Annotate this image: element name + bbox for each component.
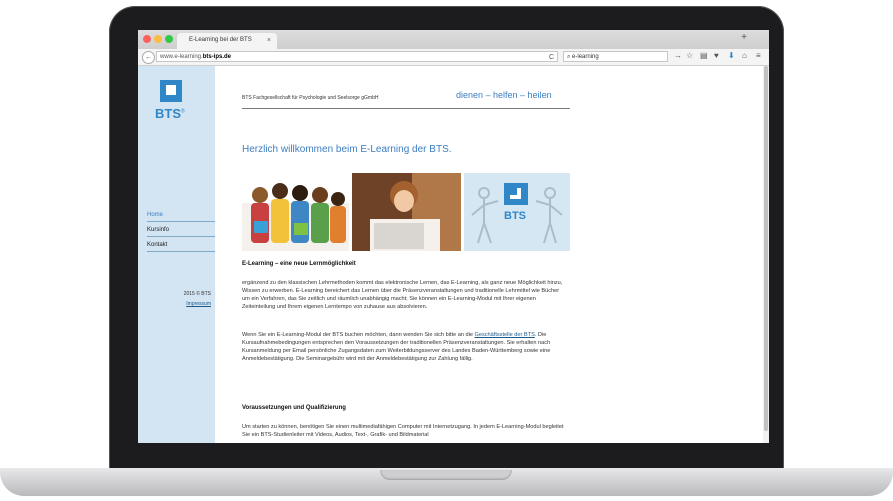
sidebar-item-kontakt[interactable]: Kontakt xyxy=(147,240,215,252)
bts-figures-illustration: BTS xyxy=(464,173,570,251)
reload-icon[interactable]: C xyxy=(549,52,554,63)
sidebar: BTS® Home Kursinfo Kontakt 2015 © BTS Im… xyxy=(138,66,215,443)
browser-window: E-Learning bei der BTS × + ← www.e-learn… xyxy=(138,30,769,443)
organization-name: BTS Fachgesellschaft für Psychologie und… xyxy=(242,95,379,101)
url-bar[interactable]: www.e-learning.bts-ips.de C xyxy=(156,51,558,62)
go-icon[interactable]: → xyxy=(674,51,682,60)
search-input[interactable]: ⌕ e-learning xyxy=(563,51,668,62)
download-icon[interactable]: ⬇ xyxy=(728,51,735,60)
laptop-learner-illustration xyxy=(352,173,461,251)
students-illustration xyxy=(242,183,349,251)
section-title-requirements: Voraussetzungen und Qualifizierung xyxy=(242,405,346,411)
search-value: e-learning xyxy=(572,54,599,60)
main-content: BTS Fachgesellschaft für Psychologie und… xyxy=(242,66,572,443)
maximize-window-icon[interactable] xyxy=(165,35,173,43)
home-icon[interactable]: ⌂ xyxy=(742,51,747,60)
students-photo xyxy=(242,173,349,251)
menu-icon[interactable]: ≡ xyxy=(756,51,761,60)
section-title-elearning: E-Learning – eine neue Lernmöglichkeit xyxy=(242,261,356,267)
navigation-bar: ← www.e-learning.bts-ips.de C ⌕ e-learni… xyxy=(138,49,769,66)
header-divider xyxy=(242,108,570,109)
scrollbar-thumb[interactable] xyxy=(764,66,768,431)
tab-bar: E-Learning bei der BTS × + xyxy=(138,30,769,49)
back-icon[interactable]: ← xyxy=(142,51,155,64)
laptop-notch xyxy=(380,470,512,480)
paragraph-intro: ergänzend zu den klassischen Lehrmethode… xyxy=(242,280,563,310)
bts-logo-photo: BTS xyxy=(464,173,570,251)
close-window-icon[interactable] xyxy=(143,35,151,43)
paragraph-booking: Wenn Sie ein E-Learning-Modul der BTS bu… xyxy=(242,332,551,362)
photo-logo-text: BTS xyxy=(504,210,526,222)
logo-mark xyxy=(166,85,176,95)
geschaeftsstelle-link[interactable]: Geschäftsstelle der BTS xyxy=(475,332,535,338)
tab-title: E-Learning bei der BTS xyxy=(189,37,252,43)
learner-photo xyxy=(352,173,461,251)
logo-text: BTS® xyxy=(155,106,185,121)
tagline: dienen – helfen – heilen xyxy=(456,90,552,100)
impressum-link[interactable]: Impressum xyxy=(186,301,211,307)
sidebar-item-kursinfo[interactable]: Kursinfo xyxy=(147,225,215,237)
minimize-window-icon[interactable] xyxy=(154,35,162,43)
web-page: BTS® Home Kursinfo Kontakt 2015 © BTS Im… xyxy=(138,66,763,443)
reader-icon[interactable]: ▤ xyxy=(700,51,708,60)
close-tab-icon[interactable]: × xyxy=(267,33,271,48)
paragraph-requirements: Um starten zu können, benötigen Sie eine… xyxy=(242,424,564,438)
sidebar-item-home[interactable]: Home xyxy=(147,210,215,222)
pocket-icon[interactable]: ♥ xyxy=(714,51,719,60)
copyright: 2015 © BTS xyxy=(183,291,211,297)
new-tab-icon[interactable]: + xyxy=(741,32,747,43)
browser-tab[interactable]: E-Learning bei der BTS × xyxy=(177,33,277,49)
url-domain: bts-ips.de xyxy=(202,54,232,60)
page-title: Herzlich willkommen beim E-Learning der … xyxy=(242,144,452,155)
bookmark-star-icon[interactable]: ☆ xyxy=(686,51,693,60)
url-prefix: www.e-learning. xyxy=(160,54,203,60)
